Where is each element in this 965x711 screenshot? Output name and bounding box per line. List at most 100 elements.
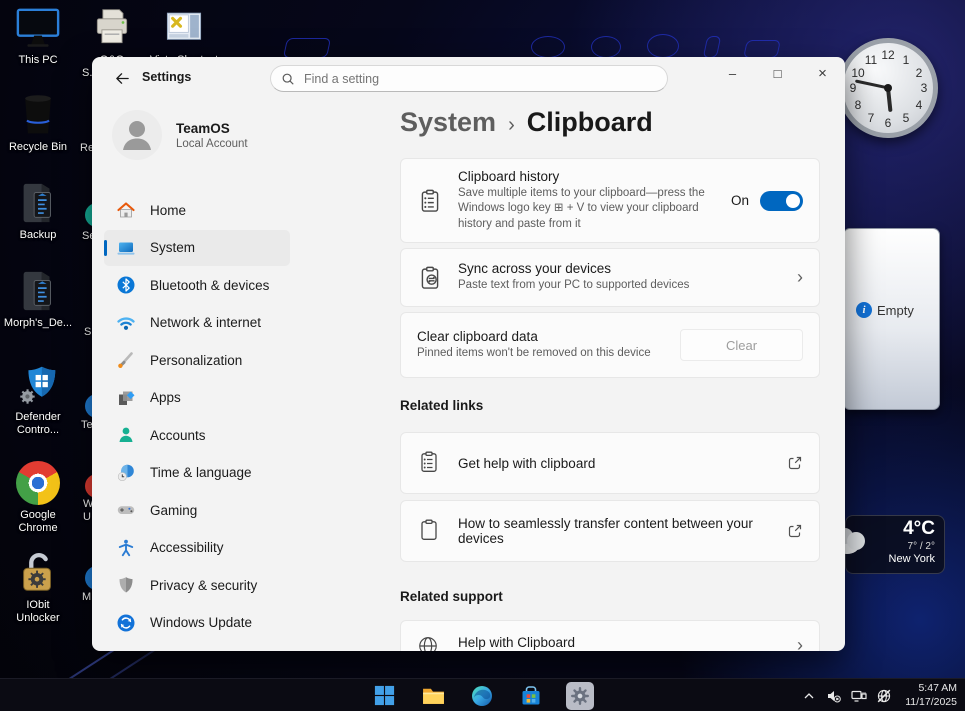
desktop-icon-iobit-unlocker[interactable]: IObit Unlocker (2, 550, 74, 625)
related-support-heading: Related support (400, 589, 503, 604)
icon-label: Recycle Bin (8, 141, 68, 153)
desktop: This PC Q&O S... Vista Shortcut Recycle … (0, 0, 965, 711)
related-links-heading: Related links (400, 398, 484, 413)
clock-gadget[interactable]: 12 1 2 3 4 5 6 7 8 9 10 11 (838, 38, 938, 138)
clock-numeral: 12 (881, 48, 895, 62)
update-sync-icon (116, 613, 136, 633)
desktop-icon-google-chrome[interactable]: Google Chrome (2, 460, 74, 535)
arrow-left-icon (115, 72, 129, 84)
chevron-icon: › (797, 635, 803, 651)
globe-clock-icon (116, 463, 136, 483)
link-label: Help with Clipboard (458, 635, 576, 650)
recycle-bin-icon (15, 92, 61, 138)
setting-title: Clear clipboard data (417, 328, 538, 344)
clock-numeral: 4 (915, 98, 923, 112)
clock-numeral: 7 (867, 111, 875, 125)
desktop-icon-defender-control[interactable]: Defender Contro... (2, 362, 74, 437)
sidebar-item-network-internet[interactable]: Network & internet (104, 305, 290, 341)
globe-icon (417, 635, 443, 651)
link-label: Get help with clipboard (458, 455, 596, 471)
partial-icon-label: M (82, 591, 92, 603)
file-explorer-button[interactable] (419, 682, 447, 710)
settings-app-button[interactable] (566, 681, 594, 710)
user-account-card[interactable]: TeamOS Local Account (112, 110, 248, 160)
clock-numeral: 3 (920, 81, 928, 95)
volume-muted-icon[interactable] (826, 688, 842, 704)
weather-temp: 4°C (903, 518, 935, 539)
icon-label: IObit Unlocker (16, 599, 60, 625)
taskbar-time: 5:47 AM (918, 681, 957, 694)
gadget-status-text: Empty (877, 302, 914, 318)
network-ethernet-icon[interactable] (851, 688, 867, 704)
sidebar-item-personalization[interactable]: Personalization (104, 342, 290, 378)
clock-numeral: 11 (864, 53, 878, 67)
start-button[interactable] (370, 682, 398, 710)
help-with-clipboard-row[interactable]: Help with Clipboard › (400, 620, 820, 651)
search-icon (282, 73, 294, 85)
sidebar-item-apps[interactable]: Apps (104, 380, 290, 416)
icon-label: Backup (19, 229, 57, 241)
desktop-icon-this-pc[interactable]: This PC (2, 5, 74, 67)
icon-label: This PC (18, 54, 58, 66)
system-icon (116, 238, 136, 258)
clock-numeral: 10 (851, 66, 865, 80)
icon-label: Defender Contro... (15, 411, 61, 437)
bluetooth-icon (116, 275, 136, 295)
sidebar-item-windows-update[interactable]: Windows Update (104, 605, 290, 641)
sidebar-item-gaming[interactable]: Gaming (104, 492, 290, 528)
iobit-unlocker-icon (15, 550, 61, 596)
desktop-icon-backup[interactable]: Backup (2, 180, 74, 242)
this-pc-icon (15, 5, 61, 51)
printer-icon (89, 5, 135, 51)
tray-chevron-up-icon[interactable] (801, 688, 817, 704)
transfer-content-link-row[interactable]: How to seamlessly transfer content betwe… (400, 500, 820, 562)
breadcrumb: System › Clipboard (400, 107, 653, 138)
wallpaper-neon-decoration (282, 34, 781, 58)
sidebar-item-privacy-security[interactable]: Privacy & security (104, 567, 290, 603)
chrome-icon (15, 460, 61, 506)
defender-shield-icon (15, 362, 61, 408)
back-button[interactable] (108, 65, 136, 91)
external-link-icon (787, 455, 803, 471)
sidebar-item-bluetooth-devices[interactable]: Bluetooth & devices (104, 267, 290, 303)
clipboard-history-toggle[interactable] (760, 190, 803, 211)
avatar (112, 110, 162, 160)
sync-across-devices-row[interactable]: Sync across your devices Paste text from… (400, 248, 820, 307)
user-account-type: Local Account (176, 137, 248, 150)
get-help-link-row[interactable]: Get help with clipboard (400, 432, 820, 494)
accessibility-person-icon (116, 538, 136, 558)
clipboard-icon (417, 518, 443, 544)
taskbar: 5:47 AM 11/17/2025 (0, 678, 965, 711)
desktop-icon-recycle-bin[interactable]: Recycle Bin (2, 92, 74, 154)
clock-numeral: 6 (884, 116, 892, 130)
apps-icon (116, 388, 136, 408)
neon-glyph (647, 34, 679, 58)
neon-glyph (591, 36, 621, 58)
home-icon (116, 200, 136, 220)
weather-gadget[interactable]: 4°C 7° / 2° New York (833, 512, 945, 574)
clipboard-list-icon (417, 450, 443, 476)
sidebar-item-time-language[interactable]: Time & language (104, 455, 290, 491)
partial-icon-label: Te (81, 419, 93, 431)
settings-window: Settings – □ × TeamOS Local Account Home (92, 57, 845, 651)
edge-browser-button[interactable] (468, 682, 496, 710)
breadcrumb-parent[interactable]: System (400, 107, 496, 138)
sidebar-gadget-panel[interactable]: i Empty (843, 228, 940, 410)
desktop-icon-morphs-de[interactable]: Morph's_De... (2, 268, 74, 330)
microsoft-store-button[interactable] (517, 682, 545, 710)
sidebar-item-accounts[interactable]: Accounts (104, 417, 290, 453)
weather-range: 7° / 2° (907, 541, 935, 552)
taskbar-clock[interactable]: 5:47 AM 11/17/2025 (905, 682, 957, 709)
neon-glyph (531, 36, 565, 58)
no-internet-globe-icon[interactable] (876, 688, 892, 704)
neon-glyph (743, 40, 781, 58)
external-link-icon (787, 523, 803, 539)
clear-button[interactable]: Clear (680, 329, 803, 361)
sidebar-item-home[interactable]: Home (104, 192, 290, 228)
user-name: TeamOS (176, 120, 230, 136)
setting-title: Clipboard history (458, 168, 560, 184)
toggle-knob (786, 193, 800, 208)
sidebar-item-system[interactable]: System (104, 229, 290, 266)
sidebar-item-accessibility[interactable]: Accessibility (104, 530, 290, 566)
person-icon (116, 425, 136, 445)
